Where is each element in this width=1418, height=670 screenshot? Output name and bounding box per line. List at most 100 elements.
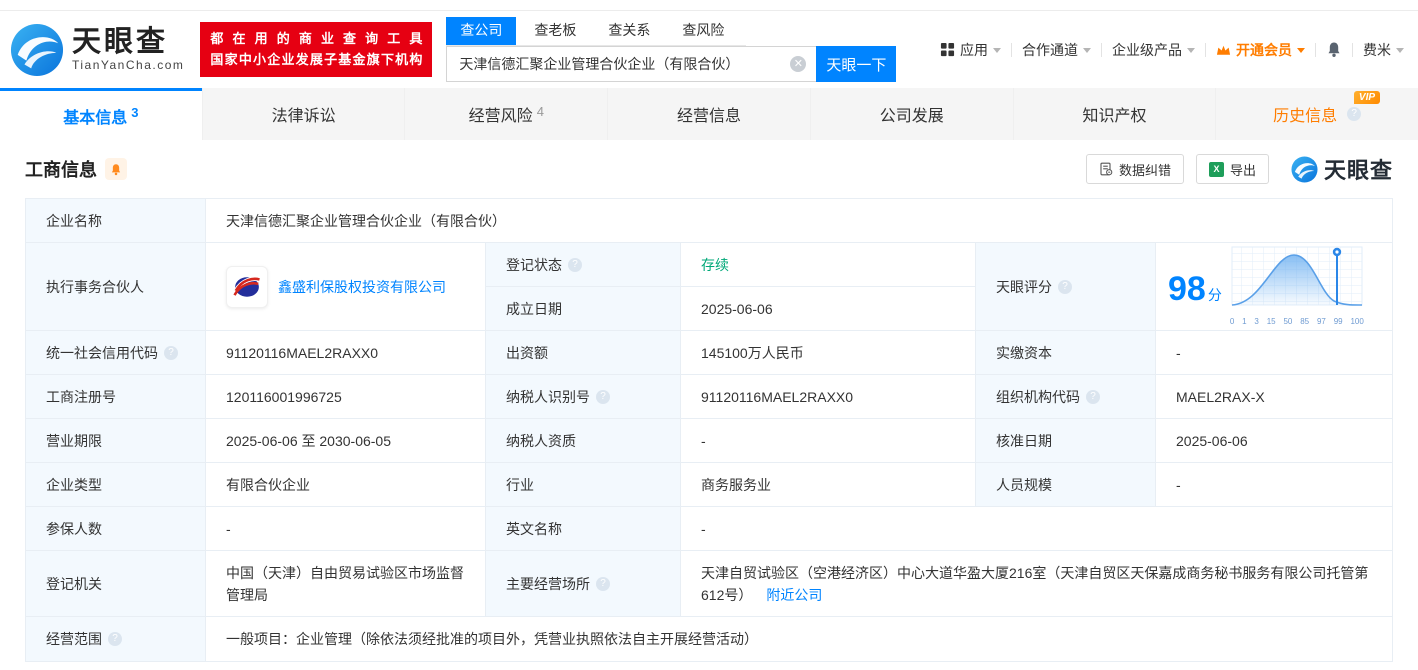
table-row: 营业期限 2025-06-06 至 2030-06-05 纳税人资质 - 核准日… (26, 419, 1392, 463)
business-info-header: 工商信息 数据纠错 X 导出 天眼查 (0, 140, 1418, 192)
banner-line1: 都在用的商业查询工具 (210, 31, 423, 47)
tianyancha-logo-icon (1291, 155, 1318, 183)
search-tab-relation[interactable]: 查关系 (594, 17, 664, 45)
taxpayer-id-value: 91120116MAEL2RAXX0 (681, 375, 976, 419)
table-row: 企业类型 有限合伙企业 行业 商务服务业 人员规模 - (26, 463, 1392, 507)
registration-status-value: 存续 (681, 243, 976, 287)
nav-user[interactable]: 费米 (1363, 40, 1404, 60)
paid-capital-label: 实缴资本 (976, 331, 1156, 375)
tianyan-score-label: 天眼评分 (976, 243, 1156, 331)
search-tab-boss[interactable]: 查老板 (520, 17, 590, 45)
chevron-down-icon (1187, 48, 1195, 53)
help-icon[interactable] (164, 345, 178, 360)
tab-basic-info[interactable]: 基本信息 3 (0, 88, 202, 140)
english-name-value: - (681, 507, 1392, 551)
executive-partner-value: 鑫盛利保股权投资有限公司 (206, 243, 486, 331)
crown-icon (1216, 45, 1231, 55)
help-icon[interactable] (1086, 389, 1100, 404)
site-header: 天眼查 TianYanCha.com 都在用的商业查询工具 国家中小企业发展子基… (0, 11, 1418, 88)
search-button[interactable]: 天眼一下 (816, 46, 897, 82)
establishment-date-value: 2025-06-06 (681, 287, 976, 331)
bell-icon (111, 163, 121, 175)
tab-intellectual-property[interactable]: 知识产权 (1012, 88, 1216, 140)
establishment-date-label: 成立日期 (486, 287, 681, 331)
chevron-down-icon (1083, 48, 1091, 53)
table-row: 统一社会信用代码 91120116MAEL2RAXX0 出资额 145100万人… (26, 331, 1392, 375)
top-nav: 应用 合作通道 企业级产品 开通会员 费米 (940, 40, 1404, 60)
chevron-down-icon (1396, 48, 1404, 53)
org-code-label: 组织机构代码 (976, 375, 1156, 419)
subscribe-bell-button[interactable] (105, 158, 127, 180)
company-name-label: 企业名称 (26, 199, 206, 243)
nav-enterprise-products[interactable]: 企业级产品 (1112, 40, 1195, 60)
taxpayer-qualification-value: - (681, 419, 976, 463)
tianyancha-company-page: 天眼查 TianYanCha.com 都在用的商业查询工具 国家中小企业发展子基… (0, 0, 1418, 670)
search-tab-company[interactable]: 查公司 (446, 17, 517, 45)
nav-notifications[interactable] (1326, 41, 1342, 58)
search-input[interactable] (446, 46, 817, 82)
registry-authority-label: 登记机关 (26, 551, 206, 617)
site-logo[interactable]: 天眼查 TianYanCha.com (10, 23, 184, 77)
tab-company-development[interactable]: 公司发展 (809, 88, 1013, 140)
business-address-label: 主要经营场所 (486, 551, 681, 617)
business-address-value: 天津自贸试验区（空港经济区）中心大道华盈大厦216室（天津自贸区天保嘉成商务秘书… (681, 551, 1392, 617)
business-registration-table: 企业名称 天津信德汇聚企业管理合伙企业（有限合伙） 执行事务合伙人 鑫盛利保股权… (25, 198, 1393, 662)
help-icon[interactable] (108, 632, 122, 646)
help-icon[interactable] (596, 389, 610, 404)
help-icon[interactable] (1058, 279, 1072, 294)
data-correction-button[interactable]: 数据纠错 (1085, 154, 1184, 184)
search-tab-risk[interactable]: 查风险 (668, 17, 738, 45)
capital-label: 出资额 (486, 331, 681, 375)
table-row: 执行事务合伙人 鑫盛利保股权投资有限公司 登记状态 ? 存续 成立日期 2025… (26, 243, 1392, 331)
table-row: 参保人数 - 英文名称 - (26, 507, 1392, 551)
tianyancha-logo-icon (10, 23, 64, 76)
help-icon[interactable] (1347, 107, 1362, 121)
nav-open-vip[interactable]: 开通会员 (1216, 40, 1305, 60)
nav-partner-channel[interactable]: 合作通道 (1022, 40, 1091, 60)
main-content: 工商信息 数据纠错 X 导出 天眼查 企业名称 天津信德汇聚企业管理合伙企业（有… (0, 140, 1418, 662)
insured-count-value: - (206, 507, 486, 551)
edit-document-icon (1100, 162, 1113, 176)
nav-apps[interactable]: 应用 (940, 40, 1001, 60)
tab-history-info[interactable]: VIP 历史信息 (1215, 88, 1418, 140)
approval-date-label: 核准日期 (976, 419, 1156, 463)
tab-legal-proceedings[interactable]: 法律诉讼 (201, 88, 405, 140)
company-type-label: 企业类型 (26, 463, 206, 507)
help-icon[interactable] (568, 257, 582, 272)
export-button[interactable]: 导出 (1195, 154, 1269, 184)
table-row: 企业名称 天津信德汇聚企业管理合伙企业（有限合伙） (26, 199, 1392, 243)
industry-label: 行业 (486, 463, 681, 507)
paid-capital-value: - (1156, 331, 1392, 375)
registry-authority-value: 中国（天津）自由贸易试验区市场监督管理局 (206, 551, 486, 617)
section-title: 工商信息 (25, 160, 97, 180)
promo-banner: 都在用的商业查询工具 国家中小企业发展子基金旗下机构 (200, 22, 433, 77)
top-divider (0, 0, 1418, 11)
help-icon[interactable] (596, 576, 610, 591)
industry-value: 商务服务业 (681, 463, 976, 507)
search-tabs: 查公司 查老板 查关系 查风险 (446, 17, 747, 46)
watermark-text: 天眼查 (1323, 158, 1393, 183)
grid-icon (940, 42, 955, 57)
nav-divider (1205, 42, 1206, 57)
partner-logo-icon (233, 276, 261, 297)
table-row: 工商注册号 120116001996725 纳税人识别号 91120116MAE… (26, 375, 1392, 419)
partner-company-link[interactable]: 鑫盛利保股权投资有限公司 (278, 276, 446, 298)
logo-title: 天眼查 (72, 26, 169, 59)
partner-company-logo (226, 265, 268, 308)
vip-badge: VIP (1353, 91, 1381, 104)
business-scope-label: 经营范围 (26, 617, 206, 661)
tab-business-info[interactable]: 经营信息 (607, 88, 810, 140)
company-name-value: 天津信德汇聚企业管理合伙企业（有限合伙） (206, 199, 1392, 243)
nav-apps-label: 应用 (960, 41, 988, 58)
company-section-tabs: 基本信息 3 法律诉讼 经营风险 4 经营信息 公司发展 知识产权 VIP 历史信息 (0, 88, 1418, 140)
tianyancha-watermark: 天眼查 (1291, 153, 1393, 185)
chevron-down-icon (993, 48, 1001, 53)
english-name-label: 英文名称 (486, 507, 681, 551)
org-code-value: MAEL2RAX-X (1156, 375, 1392, 419)
nearby-companies-link[interactable]: 附近公司 (766, 587, 822, 603)
tab-operating-risk[interactable]: 经营风险 4 (404, 88, 607, 140)
nav-divider (1101, 42, 1102, 57)
company-type-value: 有限合伙企业 (206, 463, 486, 507)
nav-divider (1352, 42, 1353, 57)
business-term-value: 2025-06-06 至 2030-06-05 (206, 419, 486, 463)
